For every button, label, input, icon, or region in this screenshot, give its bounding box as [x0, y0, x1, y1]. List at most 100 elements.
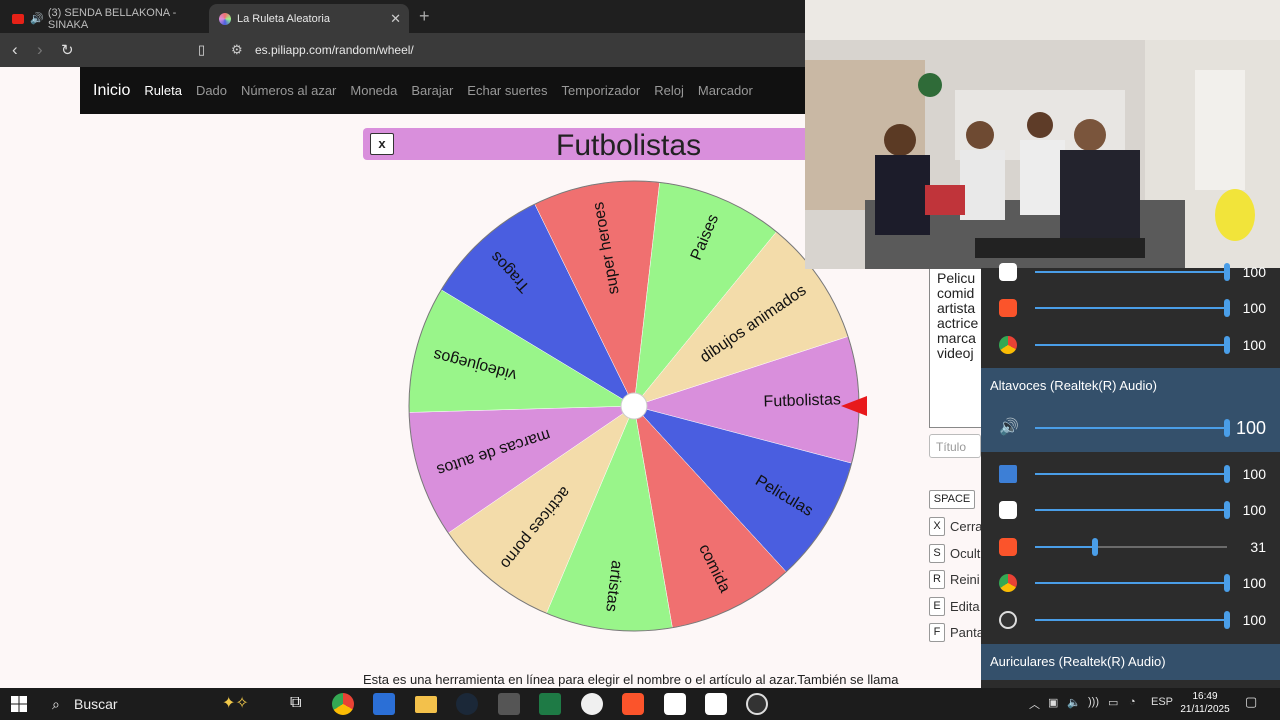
- mixer-row: 100: [981, 565, 1280, 601]
- option-line: actrice: [937, 315, 979, 331]
- option-line: Pelicu: [937, 270, 976, 286]
- url-field[interactable]: ⚙ es.piliapp.com/random/wheel/: [225, 38, 825, 62]
- options-textarea[interactable]: Pelicu comid artista actrice marca videoj: [929, 268, 989, 428]
- shortcut-label: Edita: [950, 599, 980, 614]
- nav-numeros[interactable]: Números al azar: [241, 83, 336, 98]
- webcam-overlay: [805, 0, 1280, 269]
- volume-slider-thumb[interactable]: [1091, 538, 1098, 556]
- wheel-segment-label: Futbolistas: [763, 391, 841, 410]
- nav-dado[interactable]: Dado: [196, 83, 227, 98]
- shortcut-label: Reini: [950, 572, 980, 587]
- volume-slider-thumb[interactable]: [1224, 263, 1230, 281]
- tray-speaker-icon[interactable]: 🔈: [1067, 696, 1081, 709]
- back-icon[interactable]: ‹: [12, 40, 18, 60]
- new-tab-button[interactable]: +: [419, 6, 430, 27]
- nav-moneda[interactable]: Moneda: [350, 83, 397, 98]
- volume-slider-thumb[interactable]: [1224, 465, 1230, 483]
- spin-wheel[interactable]: FutbolistasPeliculascomidaartistasactric…: [400, 172, 870, 642]
- mixer-row: 100: [981, 602, 1280, 638]
- wheel-result-title: Futbolistas: [556, 129, 702, 162]
- shortcut-key-s: S: [929, 544, 945, 563]
- tray-app-icon[interactable]: ▣: [1048, 696, 1058, 709]
- word-taskbar-icon[interactable]: [373, 693, 395, 715]
- capcut-icon: [999, 501, 1017, 519]
- search-icon: ⌕: [52, 696, 60, 712]
- tray-chevron-icon[interactable]: ︿: [1029, 696, 1040, 712]
- chrome-taskbar-icon[interactable]: [332, 693, 354, 715]
- shortcut-key-e: E: [929, 597, 945, 616]
- tray-battery-icon[interactable]: ▭: [1108, 696, 1118, 709]
- speaker-icon: 🔊: [999, 419, 1019, 436]
- volume-slider-fill: [1035, 473, 1227, 475]
- brave-icon: [999, 538, 1017, 556]
- brave-taskbar-icon[interactable]: [622, 693, 644, 715]
- capcut-taskbar-icon-2[interactable]: [705, 693, 727, 715]
- piliapp-icon: [219, 12, 231, 25]
- mixer-row: 100: [981, 327, 1280, 363]
- volume-value: 100: [1242, 612, 1266, 628]
- nav-reloj[interactable]: Reloj: [654, 83, 684, 98]
- volume-slider-thumb[interactable]: [1224, 501, 1230, 519]
- itunes-taskbar-icon[interactable]: [581, 693, 603, 715]
- audio-device-header[interactable]: Altavoces (Realtek(R) Audio): [981, 368, 1280, 404]
- windows-start-icon[interactable]: [11, 696, 27, 712]
- url-text: es.piliapp.com/random/wheel/: [255, 43, 414, 57]
- notifications-icon[interactable]: ▢: [1245, 694, 1257, 710]
- nav-temporizador[interactable]: Temporizador: [562, 83, 641, 98]
- option-line: comid: [937, 285, 975, 301]
- site-info-icon[interactable]: ⚙: [231, 38, 243, 62]
- close-tab-icon[interactable]: ✕: [390, 11, 401, 27]
- calculator-taskbar-icon[interactable]: [498, 693, 520, 715]
- capcut-taskbar-icon[interactable]: [664, 693, 686, 715]
- forward-icon[interactable]: ›: [37, 40, 43, 60]
- obs-icon: [999, 611, 1017, 629]
- nav-ruleta[interactable]: Ruleta: [144, 83, 182, 98]
- shortcut-key-r: R: [929, 570, 945, 589]
- mixer-row: 100: [981, 456, 1280, 492]
- tab-ruleta[interactable]: La Ruleta Aleatoria ✕: [209, 4, 409, 33]
- chrome-icon: [999, 336, 1017, 354]
- shortcut-label: Ocult: [950, 546, 981, 561]
- steam-taskbar-icon[interactable]: [456, 693, 478, 715]
- option-line: artista: [937, 300, 976, 316]
- obs-taskbar-icon[interactable]: [746, 693, 768, 715]
- volume-value: 100: [1235, 418, 1266, 438]
- windows-taskbar: ⌕ Buscar ✦✧ ⧉ ︿ ▣ 🔈 ))) ▭ ◔ ESP 16:49 21…: [0, 688, 1280, 720]
- clock-time: 16:49: [1192, 691, 1218, 702]
- close-wheel-button[interactable]: x: [370, 133, 394, 155]
- volume-slider-thumb[interactable]: [1224, 419, 1230, 437]
- mixer-row: 100: [981, 492, 1280, 528]
- language-indicator[interactable]: ESP: [1151, 696, 1173, 708]
- capcut-icon: [999, 263, 1017, 281]
- audio-device-header[interactable]: Auriculares (Realtek(R) Audio): [981, 644, 1280, 680]
- option-line: marca: [937, 330, 976, 346]
- excel-taskbar-icon[interactable]: [539, 693, 561, 715]
- volume-slider-thumb[interactable]: [1224, 611, 1230, 629]
- system-clock[interactable]: 16:49 21/11/2025: [1172, 690, 1238, 716]
- wheel-center-hub[interactable]: [620, 392, 648, 420]
- nav-barajar[interactable]: Barajar: [411, 83, 453, 98]
- volume-slider-thumb[interactable]: [1224, 336, 1230, 354]
- volume-slider-fill: [1035, 344, 1227, 346]
- volume-value: 31: [1250, 539, 1266, 555]
- nav-home[interactable]: Inicio: [93, 82, 130, 100]
- file-explorer-icon[interactable]: [415, 696, 437, 713]
- volume-value: 100: [1242, 502, 1266, 518]
- mixer-row: 31: [981, 529, 1280, 565]
- volume-slider-thumb[interactable]: [1224, 574, 1230, 592]
- nav-marcador[interactable]: Marcador: [698, 83, 753, 98]
- nav-echar-suertes[interactable]: Echar suertes: [467, 83, 547, 98]
- title-input[interactable]: Título: [929, 434, 981, 458]
- volume-slider-thumb[interactable]: [1224, 299, 1230, 317]
- shortcut-key-f: F: [929, 623, 945, 642]
- mixer-row: 100: [981, 290, 1280, 326]
- site-navigation: Inicio Ruleta Dado Números al azar Moned…: [80, 67, 810, 114]
- taskbar-search[interactable]: ⌕ Buscar ✦✧: [46, 691, 271, 717]
- task-view-icon[interactable]: ⧉: [290, 694, 312, 716]
- tray-volume-icon[interactable]: ))): [1088, 696, 1099, 708]
- tray-network-icon[interactable]: ◔: [1129, 696, 1136, 708]
- reload-icon[interactable]: ↻: [61, 41, 74, 59]
- bookmark-icon[interactable]: ▯: [198, 42, 205, 58]
- tab-youtube[interactable]: 🔊 (3) SENDA BELLAKONA - SINAKA: [2, 4, 207, 33]
- shortcut-label: Cerra: [950, 519, 983, 534]
